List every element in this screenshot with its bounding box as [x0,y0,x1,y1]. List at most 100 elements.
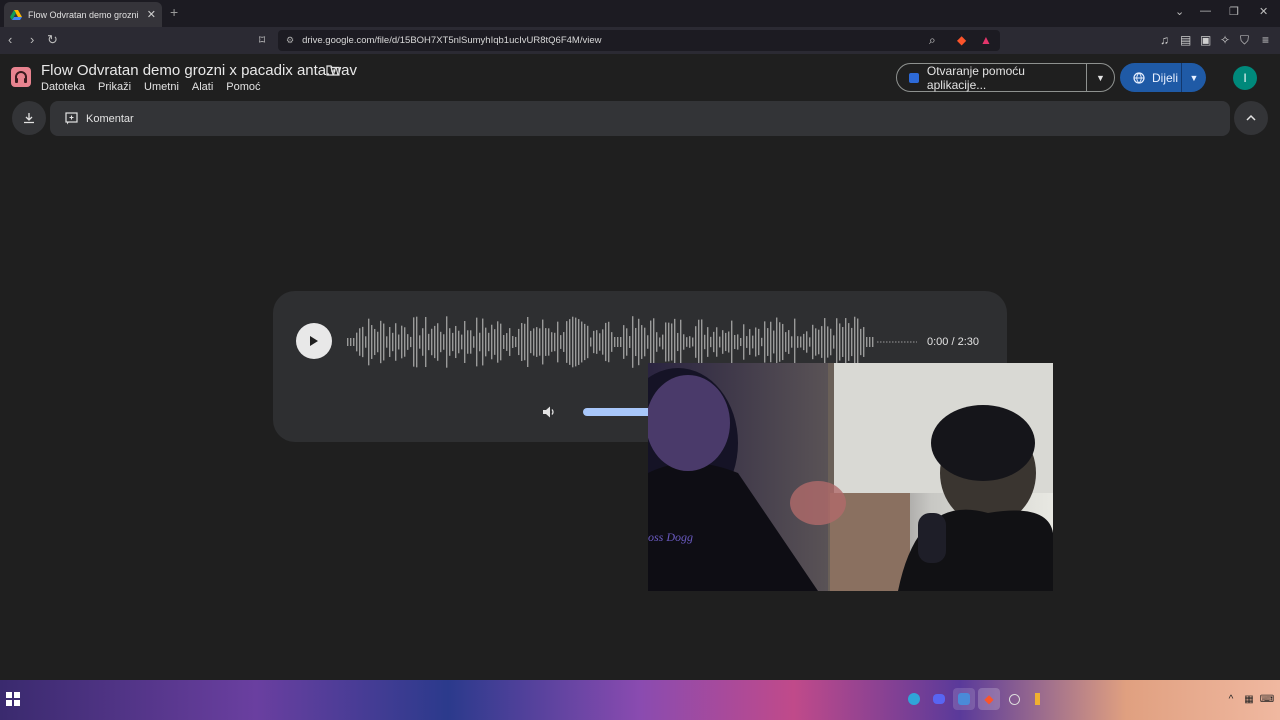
edge-icon[interactable] [903,688,925,710]
open-with-button[interactable]: Otvaranje pomoću aplikacije... ▼ [896,63,1115,92]
waveform-bar [776,317,778,367]
waveform-bar [542,319,544,365]
windows-start-icon[interactable] [6,692,20,706]
waveform-bar [419,335,421,349]
waveform-bar [386,336,388,348]
waveform-bar [569,319,571,365]
waveform-bar [662,334,664,350]
share-chevron-down-icon[interactable]: ▼ [1182,73,1206,83]
waveform-bar [725,332,727,352]
waveform-bar [647,335,649,349]
address-bar[interactable]: ⚙ drive.google.com/file/d/15BOH7XT5nlSum… [278,30,1000,51]
waveform-bar [398,334,400,350]
waveform-bar [845,318,847,366]
menu-help[interactable]: Pomoć [226,81,260,93]
minimize-icon[interactable]: — [1200,5,1211,17]
clock-app-icon[interactable] [1003,688,1025,710]
taskbar: ◆ ^ ▦ ⌨ [0,680,1280,720]
avatar[interactable]: I [1233,66,1257,90]
maximize-icon[interactable]: ❐ [1229,5,1239,18]
sidebar-icon[interactable]: ▤ [1180,33,1191,47]
zoom-icon[interactable]: ⌕ [929,33,936,48]
discord-icon[interactable] [928,688,950,710]
music-icon[interactable]: ♫ [1160,33,1169,47]
play-button[interactable] [296,323,332,359]
waveform-bar [872,337,874,347]
waveform-bar [464,320,466,364]
waveform-bar [755,327,757,357]
waveform-bar [572,316,574,368]
volume-icon[interactable] [541,404,557,420]
forward-icon[interactable]: › [30,32,34,47]
waveform-bar [833,335,835,349]
waveform-bar [656,332,658,352]
waveform-bar [704,334,706,350]
waveform-bar [818,329,820,355]
waveform-bar [434,325,436,359]
close-window-icon[interactable]: ✕ [1259,5,1268,18]
waveform-bar [356,332,358,352]
new-tab-button[interactable]: + [170,4,178,20]
waveform-bar [449,328,451,356]
time-display: 0:00 / 2:30 [927,336,979,348]
waveform-bar [473,336,475,348]
waveform-bar [866,337,868,347]
waveform-bar [455,325,457,359]
waveform-bar [479,332,481,352]
waveform-bar [527,316,529,368]
taskbar-app-icon[interactable] [953,688,975,710]
waveform-bar [575,317,577,367]
reload-icon[interactable]: ↻ [47,32,58,48]
waveform-bar [584,323,586,361]
shirt-print-text: oss Dogg [648,530,693,544]
waveform-bar [506,333,508,351]
close-tab-icon[interactable]: ✕ [147,8,156,21]
waveform-bar [521,323,523,361]
chevron-down-icon[interactable]: ▼ [1087,73,1114,83]
bookmark-icon[interactable]: ⌑ [259,33,265,47]
waveform-bar [821,326,823,358]
waveform-bar [815,328,817,356]
download-button[interactable] [12,101,46,135]
comment-icon[interactable] [65,112,78,125]
back-icon[interactable]: ‹ [8,32,12,47]
waveform-bar [674,318,676,366]
waveform-bar [800,336,802,348]
brave-taskbar-icon[interactable]: ◆ [978,688,1000,710]
waveform-bar [695,326,697,358]
leo-ai-icon[interactable]: ✧ [1220,33,1230,47]
wallet-icon[interactable]: ▣ [1200,33,1211,47]
waveform-bar [722,330,724,354]
waveform-bar [431,328,433,356]
share-button[interactable]: Dijeli ▼ [1120,63,1206,92]
comment-button[interactable]: Komentar [86,113,134,125]
collapse-button[interactable] [1234,101,1268,135]
menu-file[interactable]: Datoteka [41,81,85,93]
menu-view[interactable]: Prikaži [98,81,131,93]
webcam-image: oss Dogg [648,363,1053,591]
site-info-icon[interactable]: ⚙ [286,35,294,46]
waveform-bar [512,336,514,348]
tab-list-icon[interactable]: ⌄ [1175,5,1184,18]
brave-shields-icon[interactable]: ◆ [957,33,966,47]
menu-tools[interactable]: Alati [192,81,213,93]
menu-icon[interactable]: ≡ [1262,33,1269,47]
waveform-bar [734,334,736,350]
brave-rewards-icon[interactable]: ▲ [980,33,992,47]
waveform-bar [539,328,541,356]
browser-tab[interactable]: Flow Odvratan demo grozni x pac ✕ [4,2,162,27]
menu-insert[interactable]: Umetni [144,81,179,93]
open-with-label: Otvaranje pomoću aplikacije... [926,63,1025,92]
waveform-bar [440,331,442,353]
waveform-bar [860,328,862,356]
vpn-icon[interactable]: ⛉ [1240,33,1249,48]
keyboard-icon[interactable]: ⌨ [1256,688,1278,710]
waveform-bar [683,334,685,350]
url-text: drive.google.com/file/d/15BOH7XT5nlSumyh… [302,35,602,46]
waveform-bar [752,335,754,349]
waveform-bar [443,334,445,350]
waveform-bar [779,322,781,362]
waveform-bar [422,328,424,356]
taskbar-app2-icon[interactable] [1026,688,1048,710]
folder-icon[interactable] [326,64,340,76]
